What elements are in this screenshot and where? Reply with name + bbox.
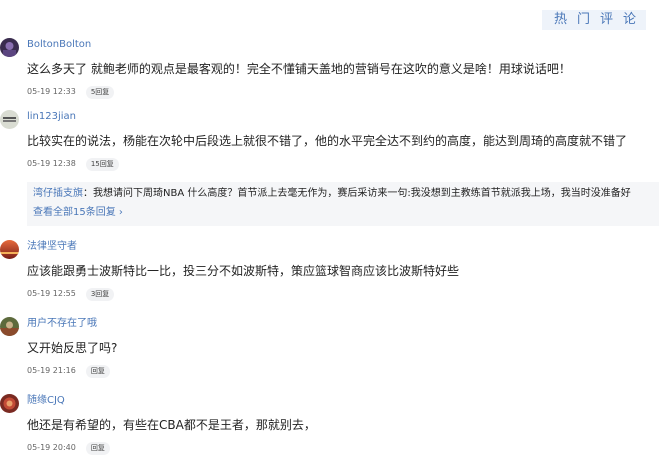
comment-item: 随缘CJQ 他还是有希望的，有些在CBA都不是王者，那就别去， 05-19 20… <box>0 394 660 456</box>
comment-time: 05-19 21:16 <box>27 366 76 375</box>
comment-text: 比较实在的说法，杨能在次轮中后段选上就很不错了，他的水平完全达不到约的高度，能达… <box>27 134 628 148</box>
comment-meta: 05-19 12:33 5回复 <box>27 85 660 99</box>
comment-item: BoltonBolton 这么多天了 就鲍老师的观点是最客观的！完全不懂铺天盖地… <box>0 38 660 110</box>
comment-username[interactable]: lin123jian <box>27 110 660 124</box>
reply-button[interactable]: 回复 <box>85 364 110 378</box>
comment-text: 又开始反思了吗? <box>27 341 118 355</box>
comment-time: 05-19 12:33 <box>27 87 76 96</box>
comment-username[interactable]: BoltonBolton <box>27 38 660 52</box>
comment-text: 他还是有希望的，有些在CBA都不是王者，那就别去， <box>27 418 316 432</box>
reply-button[interactable]: 回复 <box>85 441 110 455</box>
comment-item: 法律坚守者 应该能跟勇士波斯特比一比，投三分不如波斯特，策应篮球智商应该比波斯特… <box>0 240 660 317</box>
reply-item: 湾仔插支旗：我想请问下周琦NBA 什么高度？首节派上去毫无作为，赛后采访来一句:… <box>33 186 652 202</box>
comment-username[interactable]: 随缘CJQ <box>27 394 660 408</box>
avatar[interactable] <box>0 240 19 259</box>
view-all-replies-link[interactable]: 查看全部15条回复 › <box>33 205 652 221</box>
hot-comments-tab[interactable]: 热门评论 <box>541 10 646 30</box>
avatar[interactable] <box>0 394 19 413</box>
comment-username[interactable]: 法律坚守者 <box>27 240 660 254</box>
reply-preview: 湾仔插支旗：我想请问下周琦NBA 什么高度？首节派上去毫无作为，赛后采访来一句:… <box>27 182 659 226</box>
comment-item: lin123jian 比较实在的说法，杨能在次轮中后段选上就很不错了，他的水平完… <box>0 110 660 240</box>
comment-item: 用户不存在了哦 又开始反思了吗? 05-19 21:16 回复 <box>0 317 660 394</box>
comment-meta: 05-19 21:16 回复 <box>27 364 660 378</box>
comment-meta: 05-19 12:55 3回复 <box>27 287 660 301</box>
comments-header: 热门评论 <box>541 8 646 30</box>
avatar[interactable] <box>0 317 19 336</box>
reply-text: ：我想请问下周琦NBA 什么高度？首节派上去毫无作为，赛后采访来一句:我没想到主… <box>83 188 631 199</box>
avatar[interactable] <box>0 38 19 57</box>
comment-time: 05-19 20:40 <box>27 443 76 452</box>
reply-button[interactable]: 5回复 <box>85 85 115 99</box>
comment-username[interactable]: 用户不存在了哦 <box>27 317 660 331</box>
reply-button[interactable]: 3回复 <box>85 287 115 301</box>
comment-text: 这么多天了 就鲍老师的观点是最客观的！完全不懂铺天盖地的营销号在这吹的意义是啥！… <box>27 62 571 76</box>
comment-meta: 05-19 20:40 回复 <box>27 441 660 455</box>
comment-list: BoltonBolton 这么多天了 就鲍老师的观点是最客观的！完全不懂铺天盖地… <box>0 38 660 456</box>
comment-time: 05-19 12:55 <box>27 289 76 298</box>
reply-username[interactable]: 湾仔插支旗 <box>33 188 83 199</box>
comment-meta: 05-19 12:38 15回复 <box>27 157 660 171</box>
avatar[interactable] <box>0 110 19 129</box>
reply-button[interactable]: 15回复 <box>85 157 119 171</box>
comment-time: 05-19 12:38 <box>27 159 76 168</box>
comment-text: 应该能跟勇士波斯特比一比，投三分不如波斯特，策应篮球智商应该比波斯特好些 <box>27 264 460 278</box>
